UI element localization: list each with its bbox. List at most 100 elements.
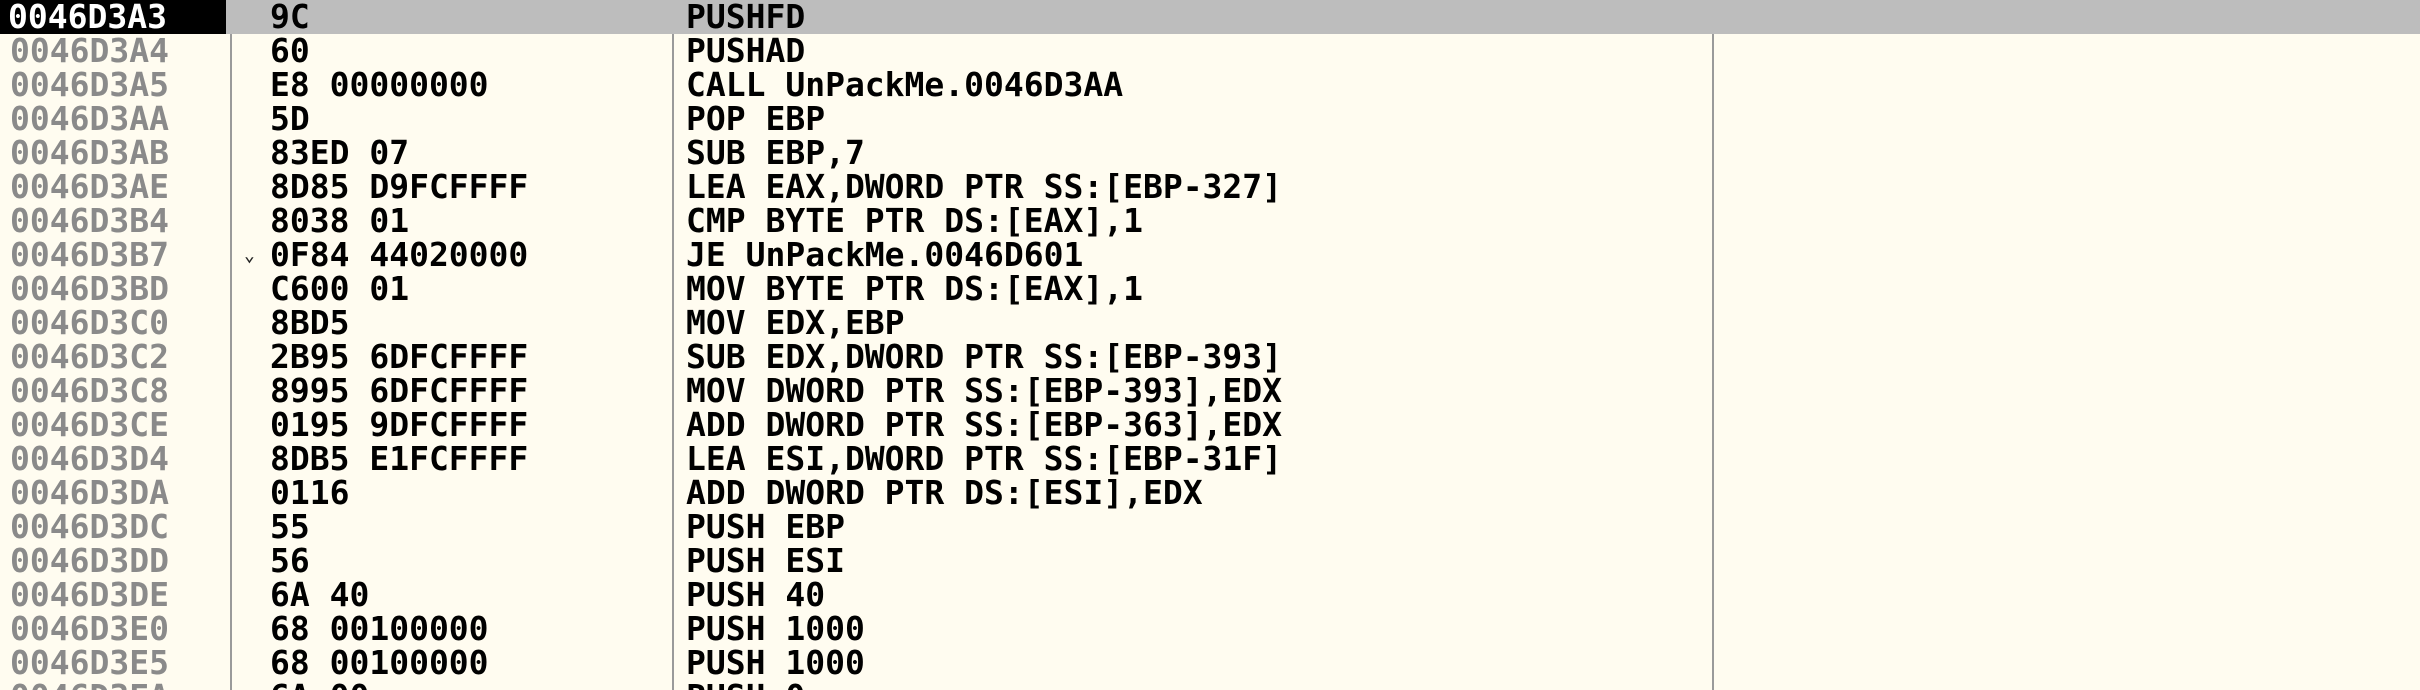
instruction-row[interactable]: 0046D3BD C600 01 MOV BYTE PTR DS:[EAX],1 — [0, 272, 2420, 306]
instruction-cell[interactable]: CALL UnPackMe.0046D3AA — [686, 68, 1123, 102]
instruction-row[interactable]: 0046D3E0 68 00100000 PUSH 1000 — [0, 612, 2420, 646]
address-cell[interactable]: 0046D3B4 — [10, 204, 169, 238]
instruction-cell[interactable]: SUB EBP,7 — [686, 136, 865, 170]
instruction-cell[interactable]: LEA ESI,DWORD PTR SS:[EBP-31F] — [686, 442, 1282, 476]
jump-arrow-icon — [244, 111, 262, 129]
instruction-row[interactable]: 0046D3EA 6A 00 PUSH 0 — [0, 680, 2420, 690]
jump-arrow-icon — [244, 417, 262, 435]
hex-dump-cell[interactable]: 0195 9DFCFFFF — [270, 408, 528, 442]
jump-arrow-icon — [244, 655, 262, 673]
jump-arrow-icon — [244, 213, 262, 231]
hex-dump-cell[interactable]: 6A 00 — [270, 680, 369, 690]
address-cell[interactable]: 0046D3AB — [10, 136, 169, 170]
address-cell[interactable]: 0046D3AE — [10, 170, 169, 204]
hex-dump-cell[interactable]: E8 00000000 — [270, 68, 489, 102]
hex-dump-cell[interactable]: 8D85 D9FCFFFF — [270, 170, 528, 204]
hex-dump-cell[interactable]: 8995 6DFCFFFF — [270, 374, 528, 408]
instruction-cell[interactable]: MOV DWORD PTR SS:[EBP-393],EDX — [686, 374, 1282, 408]
instruction-cell[interactable]: PUSH ESI — [686, 544, 845, 578]
instruction-row[interactable]: 0046D3DC 55 PUSH EBP — [0, 510, 2420, 544]
instruction-cell[interactable]: PUSH 1000 — [686, 612, 865, 646]
instruction-cell[interactable]: LEA EAX,DWORD PTR SS:[EBP-327] — [686, 170, 1282, 204]
address-cell[interactable]: 0046D3C2 — [10, 340, 169, 374]
address-cell[interactable]: 0046D3CE — [10, 408, 169, 442]
instruction-cell[interactable]: PUSHAD — [686, 34, 805, 68]
instruction-cell[interactable]: JE UnPackMe.0046D601 — [686, 238, 1083, 272]
jump-arrow-icon — [244, 315, 262, 333]
hex-dump-cell[interactable]: 60 — [270, 34, 310, 68]
address-cell[interactable]: 0046D3E5 — [10, 646, 169, 680]
disassembly-pane[interactable]: 0046D3A3 9C PUSHFD 0046D3A4 60 PUSHAD 0046D3A5… — [0, 0, 2420, 690]
instruction-row[interactable]: 0046D3C8 8995 6DFCFFFF MOV DWORD PTR SS:[E… — [0, 374, 2420, 408]
instruction-row[interactable]: 0046D3A4 60 PUSHAD — [0, 34, 2420, 68]
address-cell[interactable]: 0046D3BD — [10, 272, 169, 306]
address-cell[interactable]: 0046D3B7 — [10, 238, 169, 272]
address-cell[interactable]: 0046D3A3 — [0, 0, 226, 34]
hex-dump-cell[interactable]: 0F84 44020000 — [270, 238, 528, 272]
hex-dump-cell[interactable]: 8BD5 — [270, 306, 349, 340]
jump-arrow-icon — [244, 553, 262, 571]
hex-dump-cell[interactable]: 6A 40 — [270, 578, 369, 612]
instruction-cell[interactable]: PUSH 40 — [686, 578, 825, 612]
jump-arrow-icon: ⌄ — [244, 245, 255, 266]
instruction-cell[interactable]: MOV BYTE PTR DS:[EAX],1 — [686, 272, 1143, 306]
instruction-cell[interactable]: PUSH EBP — [686, 510, 845, 544]
instruction-cell[interactable]: MOV EDX,EBP — [686, 306, 905, 340]
address-cell[interactable]: 0046D3DA — [10, 476, 169, 510]
instruction-row[interactable]: 0046D3DA 0116 ADD DWORD PTR DS:[ESI],EDX — [0, 476, 2420, 510]
jump-arrow-icon — [244, 587, 262, 605]
hex-dump-cell[interactable]: 68 00100000 — [270, 612, 489, 646]
address-cell[interactable]: 0046D3A4 — [10, 34, 169, 68]
instruction-row[interactable]: 0046D3A5 E8 00000000 CALL UnPackMe.0046D3A… — [0, 68, 2420, 102]
address-cell[interactable]: 0046D3DE — [10, 578, 169, 612]
hex-dump-cell[interactable]: C600 01 — [270, 272, 409, 306]
instruction-cell[interactable]: ADD DWORD PTR SS:[EBP-363],EDX — [686, 408, 1282, 442]
address-cell[interactable]: 0046D3D4 — [10, 442, 169, 476]
instruction-row[interactable]: 0046D3AE 8D85 D9FCFFFF LEA EAX,DWORD PTR S… — [0, 170, 2420, 204]
hex-dump-cell[interactable]: 8038 01 — [270, 204, 409, 238]
address-cell[interactable]: 0046D3DD — [10, 544, 169, 578]
instruction-row[interactable]: 0046D3DD 56 PUSH ESI — [0, 544, 2420, 578]
instruction-row[interactable]: 0046D3B4 8038 01 CMP BYTE PTR DS:[EAX],1 — [0, 204, 2420, 238]
address-cell[interactable]: 0046D3C8 — [10, 374, 169, 408]
instruction-row[interactable]: 0046D3DE 6A 40 PUSH 40 — [0, 578, 2420, 612]
instruction-cell[interactable]: POP EBP — [686, 102, 825, 136]
instruction-row[interactable]: 0046D3AA 5D POP EBP — [0, 102, 2420, 136]
hex-dump-cell[interactable]: 2B95 6DFCFFFF — [270, 340, 528, 374]
instruction-row[interactable]: 0046D3C2 2B95 6DFCFFFF SUB EDX,DWORD PTR S… — [0, 340, 2420, 374]
jump-arrow-icon — [244, 77, 262, 95]
instruction-cell[interactable]: PUSH 0 — [686, 680, 805, 690]
hex-dump-cell[interactable]: 68 00100000 — [270, 646, 489, 680]
address-cell[interactable]: 0046D3A5 — [10, 68, 169, 102]
address-cell[interactable]: 0046D3E0 — [10, 612, 169, 646]
instruction-cell[interactable]: PUSH 1000 — [686, 646, 865, 680]
hex-dump-cell[interactable]: 0116 — [270, 476, 349, 510]
instruction-row[interactable]: 0046D3E5 68 00100000 PUSH 1000 — [0, 646, 2420, 680]
address-cell[interactable]: 0046D3DC — [10, 510, 169, 544]
address-cell[interactable]: 0046D3AA — [10, 102, 169, 136]
jump-arrow-icon — [244, 43, 262, 61]
instruction-cell[interactable]: CMP BYTE PTR DS:[EAX],1 — [686, 204, 1143, 238]
hex-dump-cell[interactable]: 9C — [270, 0, 310, 34]
instruction-row-selected[interactable]: 0046D3A3 9C PUSHFD — [0, 0, 2420, 34]
instruction-row[interactable]: 0046D3CE 0195 9DFCFFFF ADD DWORD PTR SS:[E… — [0, 408, 2420, 442]
jump-arrow-icon — [244, 451, 262, 469]
jump-arrow-icon — [244, 349, 262, 367]
address-cell[interactable]: 0046D3EA — [10, 680, 169, 690]
hex-dump-cell[interactable]: 56 — [270, 544, 310, 578]
instruction-row[interactable]: 0046D3C0 8BD5 MOV EDX,EBP — [0, 306, 2420, 340]
hex-dump-cell[interactable]: 55 — [270, 510, 310, 544]
instruction-row[interactable]: 0046D3AB 83ED 07 SUB EBP,7 — [0, 136, 2420, 170]
instruction-row[interactable]: 0046D3D4 8DB5 E1FCFFFF LEA ESI,DWORD PTR S… — [0, 442, 2420, 476]
hex-dump-cell[interactable]: 83ED 07 — [270, 136, 409, 170]
jump-arrow-icon — [244, 383, 262, 401]
instruction-cell[interactable]: SUB EDX,DWORD PTR SS:[EBP-393] — [686, 340, 1282, 374]
instruction-cell[interactable]: PUSHFD — [686, 0, 805, 34]
instruction-cell[interactable]: ADD DWORD PTR DS:[ESI],EDX — [686, 476, 1203, 510]
instruction-row[interactable]: 0046D3B7 ⌄ 0F84 44020000 JE UnPackMe.0046D6… — [0, 238, 2420, 272]
hex-dump-cell[interactable]: 5D — [270, 102, 310, 136]
address-cell[interactable]: 0046D3C0 — [10, 306, 169, 340]
jump-arrow-icon — [244, 281, 262, 299]
jump-arrow-icon — [244, 519, 262, 537]
hex-dump-cell[interactable]: 8DB5 E1FCFFFF — [270, 442, 528, 476]
